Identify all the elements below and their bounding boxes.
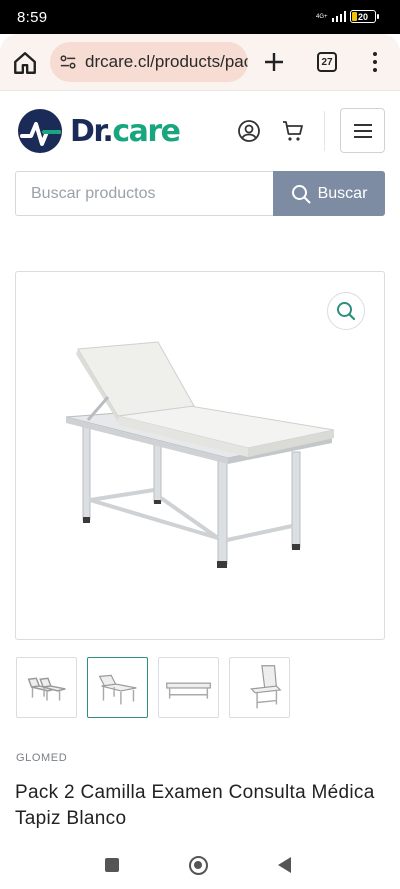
search-input[interactable]: [15, 171, 273, 216]
more-menu-icon[interactable]: [368, 50, 382, 74]
back-icon[interactable]: [278, 857, 291, 873]
cart-icon[interactable]: [281, 119, 305, 143]
status-time: 8:59: [17, 9, 48, 26]
logo-mark-icon: [18, 109, 62, 153]
product-title: Pack 2 Camilla Examen Consulta Médica Ta…: [15, 782, 375, 829]
product-image[interactable]: [16, 272, 384, 639]
battery-level: 20: [357, 11, 368, 22]
thumbnail-active[interactable]: [87, 657, 148, 718]
network-type: 4G+: [315, 13, 328, 20]
site-settings-icon[interactable]: [59, 53, 77, 71]
thumbnail[interactable]: [158, 657, 219, 718]
search-button[interactable]: Buscar: [273, 171, 385, 216]
system-navigation-bar: [0, 845, 400, 889]
browser-toolbar: drcare.cl/products/pack-2-camilla 27: [0, 34, 400, 90]
site-header: Dr.care: [0, 90, 400, 170]
menu-button[interactable]: [340, 108, 385, 153]
status-bar: 8:59 4G+ 20: [0, 0, 400, 34]
product-gallery: [15, 271, 385, 640]
new-tab-icon[interactable]: [263, 51, 285, 73]
header-divider: [324, 111, 325, 151]
tab-count: 27: [321, 56, 333, 68]
url-bar[interactable]: drcare.cl/products/pack-2-camilla: [50, 42, 248, 82]
search-form: Buscar: [15, 171, 385, 216]
account-icon[interactable]: [237, 119, 261, 143]
zoom-icon: [337, 302, 356, 321]
search-button-label: Buscar: [317, 184, 368, 202]
product-brand: GLOMED: [16, 752, 68, 764]
home-icon[interactable]: [12, 50, 38, 76]
tab-switcher-button[interactable]: 27: [317, 52, 337, 72]
home-nav-icon[interactable]: [189, 856, 208, 875]
logo-text: Dr.care: [70, 113, 181, 149]
search-icon: [291, 184, 311, 203]
thumbnail[interactable]: [16, 657, 77, 718]
recents-icon[interactable]: [105, 858, 119, 872]
thumbnail-list: [16, 657, 290, 718]
status-indicators: 4G+ 20: [315, 10, 379, 23]
thumbnail[interactable]: [229, 657, 290, 718]
signal-icon: [331, 11, 346, 22]
battery-icon: 20: [350, 10, 379, 23]
site-logo[interactable]: Dr.care: [14, 105, 184, 157]
url-text: drcare.cl/products/pack-2-camilla: [85, 52, 248, 71]
zoom-button[interactable]: [327, 292, 365, 330]
